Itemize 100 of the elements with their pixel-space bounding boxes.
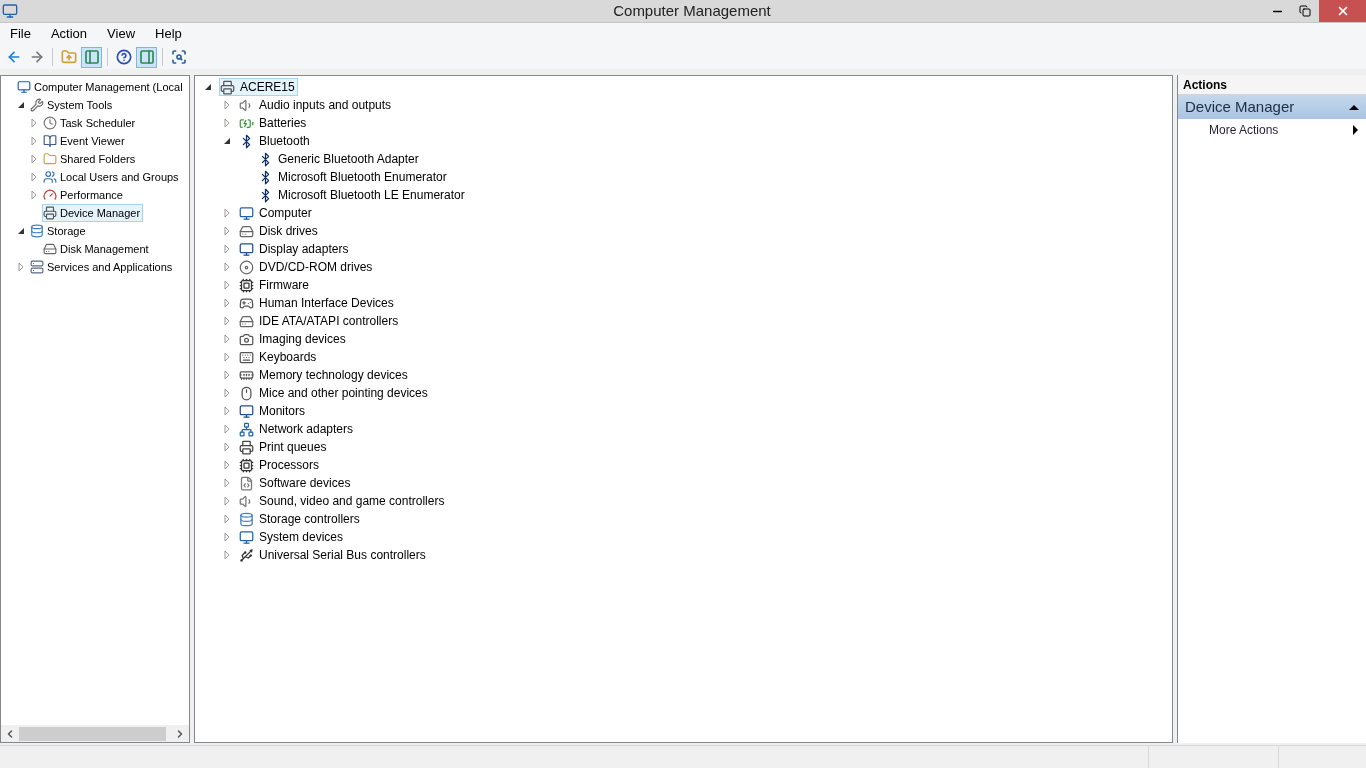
tree-item[interactable]: Computer: [238, 204, 315, 222]
tree-item[interactable]: Universal Serial Bus controllers: [238, 546, 429, 564]
menu-item[interactable]: Help: [145, 24, 192, 44]
toolbar-button[interactable]: [81, 46, 102, 68]
tree-item[interactable]: Microsoft Bluetooth LE Enumerator: [257, 186, 468, 204]
expand-arrow-icon[interactable]: [222, 262, 232, 272]
tree-item[interactable]: Mice and other pointing devices: [238, 384, 431, 402]
expand-arrow-icon[interactable]: [16, 262, 26, 272]
expand-arrow-icon[interactable]: [222, 532, 232, 542]
expand-arrow-icon[interactable]: [222, 298, 232, 308]
tree-item[interactable]: Monitors: [238, 402, 308, 420]
folder-icon: [43, 152, 57, 166]
printer-icon: [220, 79, 235, 95]
expand-arrow-icon[interactable]: [222, 280, 232, 290]
collapse-arrow-icon[interactable]: [203, 82, 213, 92]
tree-item[interactable]: Storage: [29, 222, 89, 240]
tree-item[interactable]: Network adapters: [238, 420, 357, 438]
monitor-icon: [239, 529, 254, 545]
window-title: Computer Management: [613, 0, 771, 21]
tree-item[interactable]: Software devices: [238, 474, 354, 492]
tree-item[interactable]: Keyboards: [238, 348, 320, 366]
tree-item[interactable]: Display adapters: [238, 240, 352, 258]
horizontal-scrollbar[interactable]: [1, 725, 189, 742]
wrench-icon: [30, 98, 44, 112]
tree-item[interactable]: Print queues: [238, 438, 330, 456]
expand-arrow-icon[interactable]: [222, 100, 232, 110]
tree-item[interactable]: IDE ATA/ATAPI controllers: [238, 312, 402, 330]
expand-arrow-icon[interactable]: [222, 118, 232, 128]
tree-item[interactable]: Microsoft Bluetooth Enumerator: [257, 168, 450, 186]
expand-arrow-icon[interactable]: [222, 388, 232, 398]
toolbar-button[interactable]: [136, 46, 157, 68]
expand-arrow-icon[interactable]: [29, 118, 39, 128]
tree-item[interactable]: Computer Management (Local: [16, 78, 186, 96]
expand-arrow-icon[interactable]: [222, 244, 232, 254]
expand-arrow-icon[interactable]: [222, 316, 232, 326]
file-icon: [239, 475, 254, 491]
expand-arrow-icon[interactable]: [222, 226, 232, 236]
tree-item[interactable]: Storage controllers: [238, 510, 363, 528]
tree-item[interactable]: Shared Folders: [42, 150, 139, 168]
tree-item[interactable]: Human Interface Devices: [238, 294, 397, 312]
expand-arrow-icon[interactable]: [222, 208, 232, 218]
tree-item[interactable]: System devices: [238, 528, 347, 546]
tree-item[interactable]: Performance: [42, 186, 126, 204]
restore-icon: [1299, 5, 1311, 17]
tree-item[interactable]: Disk drives: [238, 222, 321, 240]
expand-arrow-icon[interactable]: [222, 550, 232, 560]
tree-item[interactable]: Bluetooth: [238, 132, 313, 150]
expand-arrow-icon[interactable]: [29, 154, 39, 164]
expand-arrow-icon[interactable]: [222, 514, 232, 524]
expand-arrow-icon[interactable]: [222, 478, 232, 488]
tree-item[interactable]: Batteries: [238, 114, 310, 132]
drive-icon: [239, 223, 254, 239]
collapse-arrow-icon[interactable]: [222, 136, 232, 146]
expand-arrow-icon[interactable]: [222, 496, 232, 506]
tree-item[interactable]: DVD/CD-ROM drives: [238, 258, 376, 276]
monitor-icon: [239, 403, 254, 419]
action-link[interactable]: More Actions: [1178, 119, 1366, 141]
app-icon: [2, 3, 18, 19]
panel-icon: [138, 49, 155, 65]
expand-arrow-icon[interactable]: [29, 136, 39, 146]
expand-arrow-icon[interactable]: [222, 442, 232, 452]
clock-icon: [43, 116, 57, 130]
usb-icon: [239, 547, 254, 563]
expand-arrow-icon[interactable]: [222, 370, 232, 380]
tree-item[interactable]: Memory technology devices: [238, 366, 411, 384]
menu-item[interactable]: View: [97, 24, 146, 44]
menu-item[interactable]: Action: [40, 24, 98, 44]
tree-item[interactable]: Imaging devices: [238, 330, 349, 348]
expand-arrow-icon[interactable]: [222, 334, 232, 344]
tree-item[interactable]: Audio inputs and outputs: [238, 96, 395, 114]
expand-arrow-icon[interactable]: [29, 172, 39, 182]
expand-arrow-icon[interactable]: [222, 352, 232, 362]
tree-item[interactable]: Generic Bluetooth Adapter: [257, 150, 422, 168]
drive-icon: [239, 313, 254, 329]
close-button[interactable]: [1319, 0, 1366, 22]
tree-item[interactable]: Local Users and Groups: [42, 168, 182, 186]
tree-item[interactable]: Device Manager: [42, 204, 144, 222]
collapse-arrow-icon[interactable]: [16, 100, 26, 110]
section-header[interactable]: Device Manager: [1178, 95, 1366, 119]
tree-item[interactable]: Event Viewer: [42, 132, 128, 150]
tree-item[interactable]: Services and Applications: [29, 258, 176, 276]
expand-arrow-icon[interactable]: [29, 190, 39, 200]
tree-item[interactable]: Processors: [238, 456, 323, 474]
menu-item[interactable]: File: [0, 24, 41, 44]
expand-arrow-icon[interactable]: [222, 406, 232, 416]
collapse-arrow-icon[interactable]: [16, 226, 26, 236]
tree-item[interactable]: Sound, video and game controllers: [238, 492, 448, 510]
drive-icon: [43, 242, 57, 256]
expand-arrow-icon[interactable]: [222, 424, 232, 434]
tree-item[interactable]: ACERE15: [219, 78, 298, 96]
collapse-arrow-icon: [1349, 104, 1359, 110]
tree-item[interactable]: Task Scheduler: [42, 114, 139, 132]
tree-item[interactable]: Firmware: [238, 276, 312, 294]
tree-item[interactable]: System Tools: [29, 96, 116, 114]
expand-arrow-icon[interactable]: [222, 460, 232, 470]
monitor-icon: [239, 205, 254, 221]
scan-icon: [170, 49, 187, 65]
storage-icon: [30, 224, 44, 238]
storage-icon: [239, 511, 254, 527]
tree-item[interactable]: Disk Management: [42, 240, 152, 258]
